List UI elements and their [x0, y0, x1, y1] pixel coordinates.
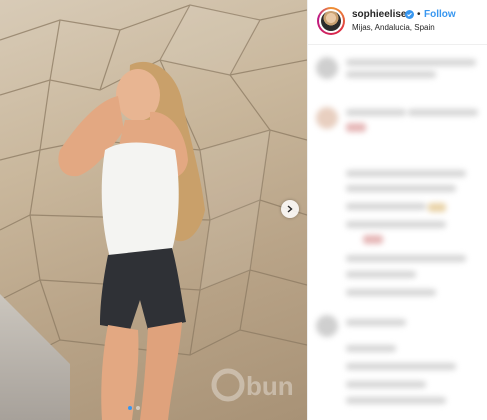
post-photo[interactable]: bun	[0, 0, 307, 420]
blurred-text	[346, 71, 436, 78]
watermark-logo: bun	[211, 368, 294, 402]
post-sidebar: sophieelise • Follow Mijas, Andalucia, S…	[307, 0, 487, 420]
carousel-indicator	[128, 406, 140, 410]
blurred-text	[346, 255, 466, 262]
avatar	[319, 9, 343, 33]
blurred-text	[346, 345, 396, 352]
chevron-right-icon	[287, 205, 293, 213]
avatar-story-ring[interactable]	[317, 7, 345, 35]
blurred-comments-area	[308, 45, 487, 420]
blurred-avatar	[316, 107, 338, 129]
blurred-text	[346, 381, 426, 388]
carousel-next-button[interactable]	[281, 200, 299, 218]
blurred-emoji	[363, 235, 383, 244]
blurred-text	[346, 59, 476, 66]
blurred-text	[408, 109, 478, 116]
blurred-text	[346, 271, 416, 278]
header-separator: •	[417, 9, 421, 20]
blurred-emoji	[428, 203, 446, 212]
blurred-avatar	[316, 57, 338, 79]
blurred-text	[346, 221, 446, 228]
instagram-post: bun sophieelise • Follow Mijas, Andaluci…	[0, 0, 487, 420]
blurred-avatar	[316, 315, 338, 337]
avatar-photo	[321, 11, 341, 31]
blurred-text	[346, 203, 426, 210]
verified-badge-icon	[405, 10, 414, 19]
carousel-dot-active	[128, 406, 132, 410]
blurred-text	[346, 109, 406, 116]
carousel-dot	[136, 406, 140, 410]
location-link[interactable]: Mijas, Andalucia, Spain	[352, 23, 435, 32]
blurred-emoji	[346, 123, 366, 132]
blurred-text	[346, 289, 436, 296]
blurred-text	[346, 397, 446, 404]
post-header: sophieelise • Follow Mijas, Andalucia, S…	[308, 0, 487, 45]
username-link[interactable]: sophieelise	[352, 9, 406, 20]
blurred-text	[346, 185, 456, 192]
blurred-text	[346, 363, 456, 370]
blurred-text	[346, 170, 466, 177]
blurred-text	[346, 319, 406, 326]
follow-button[interactable]: Follow	[424, 9, 456, 20]
svg-text:bun: bun	[246, 371, 294, 401]
